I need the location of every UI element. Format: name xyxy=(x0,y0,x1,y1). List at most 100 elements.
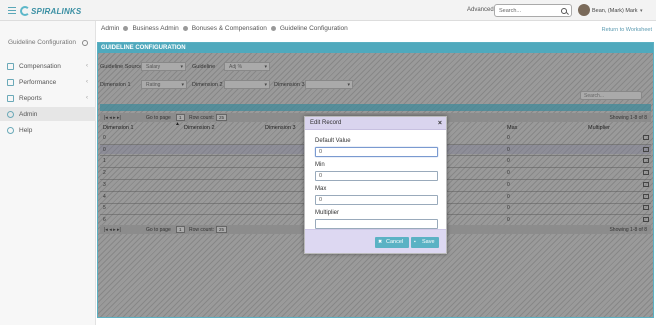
breadcrumb-item[interactable]: Business Admin xyxy=(132,25,178,32)
gear-icon xyxy=(7,110,14,118)
column-header-dimension2[interactable]: Dimension 2 xyxy=(184,125,215,131)
top-bar: SPIRALINKS Advanced Search... Bean, (Mar… xyxy=(0,0,656,21)
cell-dimension1: 2 xyxy=(103,170,106,176)
cell-max: 0 xyxy=(507,170,510,176)
edit-icon[interactable] xyxy=(643,205,649,210)
row-count-select[interactable]: 25 xyxy=(216,226,228,233)
column-header-multiplier[interactable]: Multiplier xyxy=(588,125,610,131)
breadcrumb-separator-icon xyxy=(123,26,129,31)
cell-max: 0 xyxy=(507,182,510,188)
guideline-select[interactable]: Adj % xyxy=(224,62,270,71)
sidebar: Guideline Configuration Compensation ‹ P… xyxy=(0,21,96,325)
breadcrumb-separator-icon xyxy=(270,26,276,31)
cell-max: 0 xyxy=(507,135,510,141)
page-select[interactable]: 1 xyxy=(176,226,185,233)
sidebar-item-help[interactable]: Help xyxy=(0,123,96,137)
edit-icon[interactable] xyxy=(643,217,649,222)
multiplier-input[interactable] xyxy=(315,219,438,229)
search-placeholder: Search... xyxy=(499,8,522,14)
avatar[interactable] xyxy=(578,4,590,16)
panel-title: GUIDELINE CONFIGURATION xyxy=(98,43,653,53)
dimension3-select[interactable] xyxy=(305,80,353,89)
min-label: Min xyxy=(315,162,325,168)
cell-dimension1: 4 xyxy=(103,194,106,200)
sidebar-item-label: Help xyxy=(19,126,33,134)
multiplier-label: Multiplier xyxy=(315,210,340,216)
sidebar-item-reports[interactable]: Reports ‹ xyxy=(0,91,96,105)
dimension1-label: Dimension 1 xyxy=(100,82,131,88)
breadcrumb-item[interactable]: Bonuses & Compensation xyxy=(192,25,267,32)
go-to-page-label: Go to page xyxy=(146,115,171,121)
dialog-title: Edit Record xyxy=(310,120,342,126)
breadcrumb-item-current: Guideline Configuration xyxy=(279,25,348,32)
default-value-input[interactable]: 0 xyxy=(315,147,438,157)
return-to-worksheet-link[interactable]: Return to Worksheet xyxy=(602,27,652,33)
showing-count: Showing 1-8 of 8 xyxy=(609,227,647,233)
showing-count: Showing 1-8 of 8 xyxy=(609,115,647,121)
cell-dimension1: 5 xyxy=(103,205,106,211)
search-icon[interactable] xyxy=(561,8,567,14)
column-header-dimension3[interactable]: Dimension 3 xyxy=(265,125,296,131)
user-name[interactable]: Bean, (Mark) Mark xyxy=(592,8,638,14)
chevron-left-icon: ‹ xyxy=(86,79,88,85)
guideline-source-label: Guideline Source xyxy=(100,64,143,70)
go-to-page-label: Go to page xyxy=(146,227,171,233)
global-search-input[interactable]: Search... xyxy=(494,4,572,17)
breadcrumb-item[interactable]: Admin xyxy=(101,25,119,32)
column-header-dimension1[interactable]: Dimension 1 xyxy=(103,125,134,131)
cancel-button-label: Cancel xyxy=(386,239,404,245)
cell-dimension1: 6 xyxy=(103,217,106,223)
edit-icon[interactable] xyxy=(643,135,649,140)
chevron-down-icon[interactable]: ▾ xyxy=(640,8,643,14)
logo[interactable]: SPIRALINKS xyxy=(20,5,81,17)
sidebar-title: Guideline Configuration xyxy=(8,39,76,46)
cell-max: 0 xyxy=(507,147,510,153)
edit-icon[interactable] xyxy=(643,182,649,187)
save-button[interactable]: ▪ Save xyxy=(411,237,439,248)
min-input[interactable]: 0 xyxy=(315,171,438,181)
cell-max: 0 xyxy=(507,194,510,200)
logo-text: SPIRALINKS xyxy=(31,6,82,16)
grid-search-input[interactable]: Search... xyxy=(580,91,642,100)
edit-icon[interactable] xyxy=(643,194,649,199)
dimension3-label: Dimension 3 xyxy=(274,82,305,88)
dialog-body: Default Value 0 Min 0 Max 0 Multiplier xyxy=(305,130,446,229)
cell-dimension1: 1 xyxy=(103,158,106,164)
edit-icon[interactable] xyxy=(643,170,649,175)
edit-icon[interactable] xyxy=(643,158,649,163)
sidebar-item-performance[interactable]: Performance ‹ xyxy=(0,75,96,89)
reports-icon xyxy=(7,94,14,102)
advanced-search-link[interactable]: Advanced xyxy=(467,7,494,13)
column-header-max[interactable]: Max xyxy=(507,125,517,131)
save-icon: ▪ xyxy=(414,239,416,245)
sidebar-item-admin[interactable]: Admin xyxy=(0,107,96,121)
cancel-button[interactable]: ✖ Cancel xyxy=(375,237,409,248)
cell-max: 0 xyxy=(507,217,510,223)
max-input[interactable]: 0 xyxy=(315,195,438,205)
row-count-select[interactable]: 25 xyxy=(216,114,228,121)
sort-up-icon[interactable]: ▲ xyxy=(175,121,180,127)
dimension2-label: Dimension 2 xyxy=(192,82,223,88)
sidebar-search-icon[interactable] xyxy=(82,40,88,46)
dimension2-select[interactable] xyxy=(224,80,270,89)
save-button-label: Save xyxy=(422,239,435,245)
sidebar-item-label: Reports xyxy=(19,94,42,102)
performance-icon xyxy=(7,78,14,86)
cell-dimension1: 0 xyxy=(103,135,106,141)
breadcrumb: Admin Business Admin Bonuses & Compensat… xyxy=(101,25,348,32)
dialog-header: Edit Record × xyxy=(305,117,446,130)
breadcrumb-separator-icon xyxy=(182,26,188,31)
help-icon xyxy=(7,126,14,134)
pager-nav-icon[interactable]: |◂ ◂ ▸ ▸| xyxy=(104,115,121,121)
sidebar-item-label: Admin xyxy=(19,110,38,118)
dimension1-select[interactable]: Rating xyxy=(141,80,187,89)
cell-max: 0 xyxy=(507,205,510,211)
close-icon[interactable]: × xyxy=(438,117,442,130)
hamburger-menu-icon[interactable] xyxy=(8,7,16,14)
guideline-source-select[interactable]: Salary xyxy=(141,62,186,71)
max-label: Max xyxy=(315,186,327,192)
pager-nav-icon[interactable]: |◂ ◂ ▸ ▸| xyxy=(104,227,121,233)
page-select[interactable]: 1 xyxy=(176,114,185,121)
sidebar-item-compensation[interactable]: Compensation ‹ xyxy=(0,59,96,73)
edit-icon[interactable] xyxy=(643,147,649,152)
